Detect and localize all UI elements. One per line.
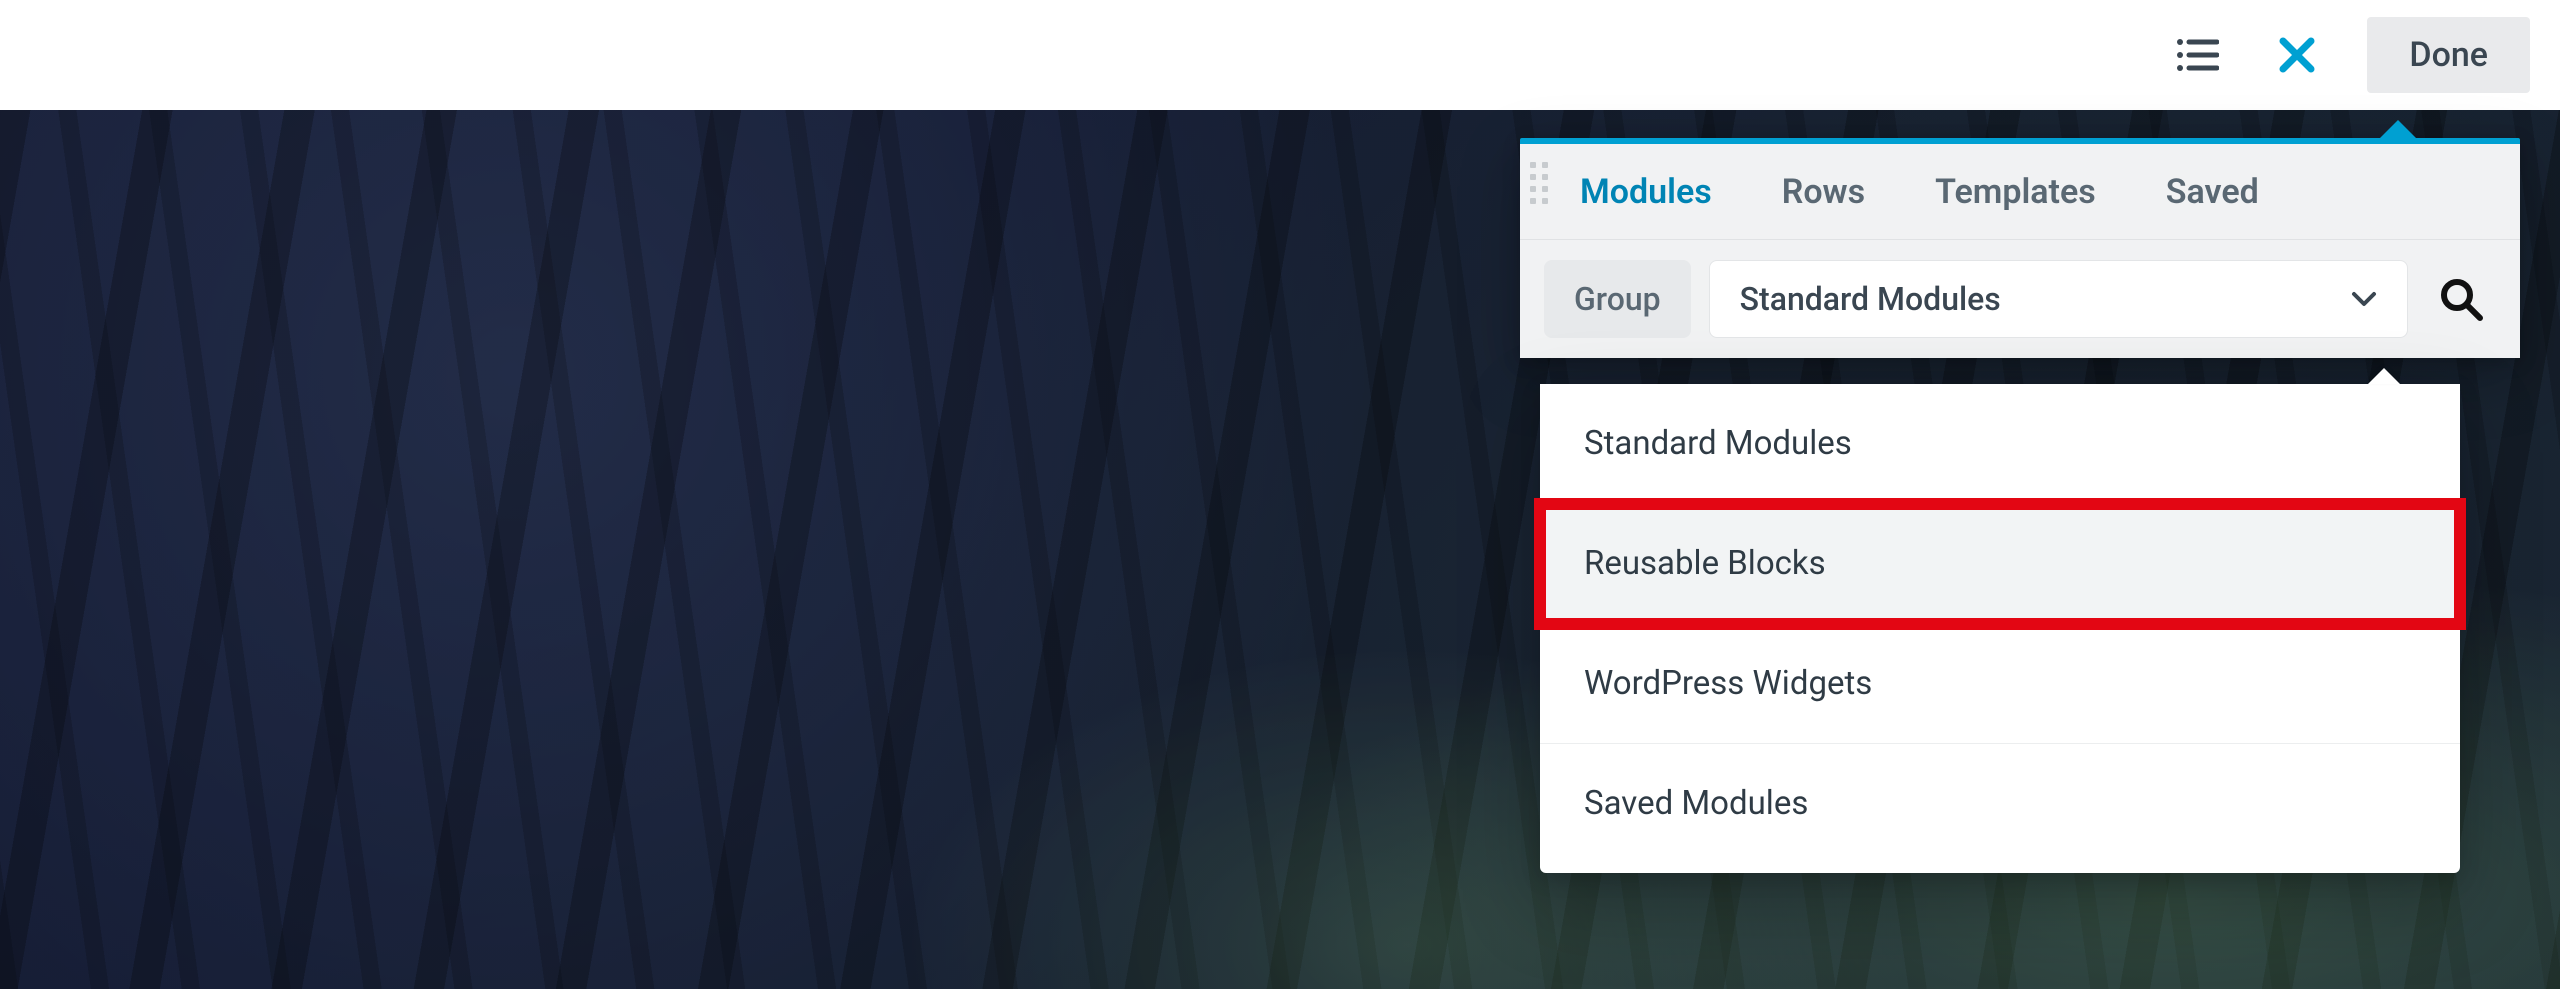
done-button[interactable]: Done: [2367, 17, 2530, 93]
dropdown-item-standard-modules[interactable]: Standard Modules: [1540, 384, 2460, 504]
tab-saved[interactable]: Saved: [2166, 172, 2259, 212]
dropdown-item-label: Saved Modules: [1584, 784, 1808, 823]
tab-label: Modules: [1580, 172, 1712, 212]
list-outline-icon: [2175, 36, 2219, 74]
dropdown-item-saved-modules[interactable]: Saved Modules: [1540, 744, 2460, 863]
module-group-dropdown: Standard Modules Reusable Blocks WordPre…: [1540, 384, 2460, 873]
close-icon: [2277, 35, 2317, 75]
panel-filter-row: Group Standard Modules: [1520, 240, 2520, 358]
editor-top-toolbar: Done: [0, 0, 2560, 110]
dropdown-item-wordpress-widgets[interactable]: WordPress Widgets: [1540, 624, 2460, 744]
done-button-label: Done: [2409, 35, 2488, 75]
search-icon: [2437, 275, 2485, 323]
dropdown-item-label: WordPress Widgets: [1584, 664, 1872, 703]
dropdown-item-label: Standard Modules: [1584, 424, 1852, 463]
dropdown-item-label: Reusable Blocks: [1584, 544, 1826, 583]
tab-templates[interactable]: Templates: [1935, 172, 2096, 212]
tab-modules[interactable]: Modules: [1580, 172, 1712, 212]
tab-label: Rows: [1782, 172, 1865, 212]
tab-label: Saved: [2166, 172, 2259, 212]
module-group-select[interactable]: Standard Modules: [1709, 260, 2408, 338]
dropdown-item-reusable-blocks[interactable]: Reusable Blocks: [1540, 504, 2460, 624]
panel-tabs: Modules Rows Templates Saved: [1520, 144, 2520, 240]
panel-drag-handle[interactable]: [1530, 162, 1548, 204]
close-panel-button[interactable]: [2267, 25, 2327, 85]
group-filter-chip[interactable]: Group: [1544, 260, 1691, 338]
chevron-down-icon: [2351, 291, 2377, 307]
outline-toggle-button[interactable]: [2167, 25, 2227, 85]
content-panel: Modules Rows Templates Saved Group Stand…: [1520, 138, 2520, 358]
tab-label: Templates: [1935, 172, 2096, 212]
panel-search-button[interactable]: [2426, 275, 2496, 323]
group-chip-label: Group: [1574, 280, 1661, 318]
select-value: Standard Modules: [1740, 280, 2001, 318]
tab-rows[interactable]: Rows: [1782, 172, 1865, 212]
